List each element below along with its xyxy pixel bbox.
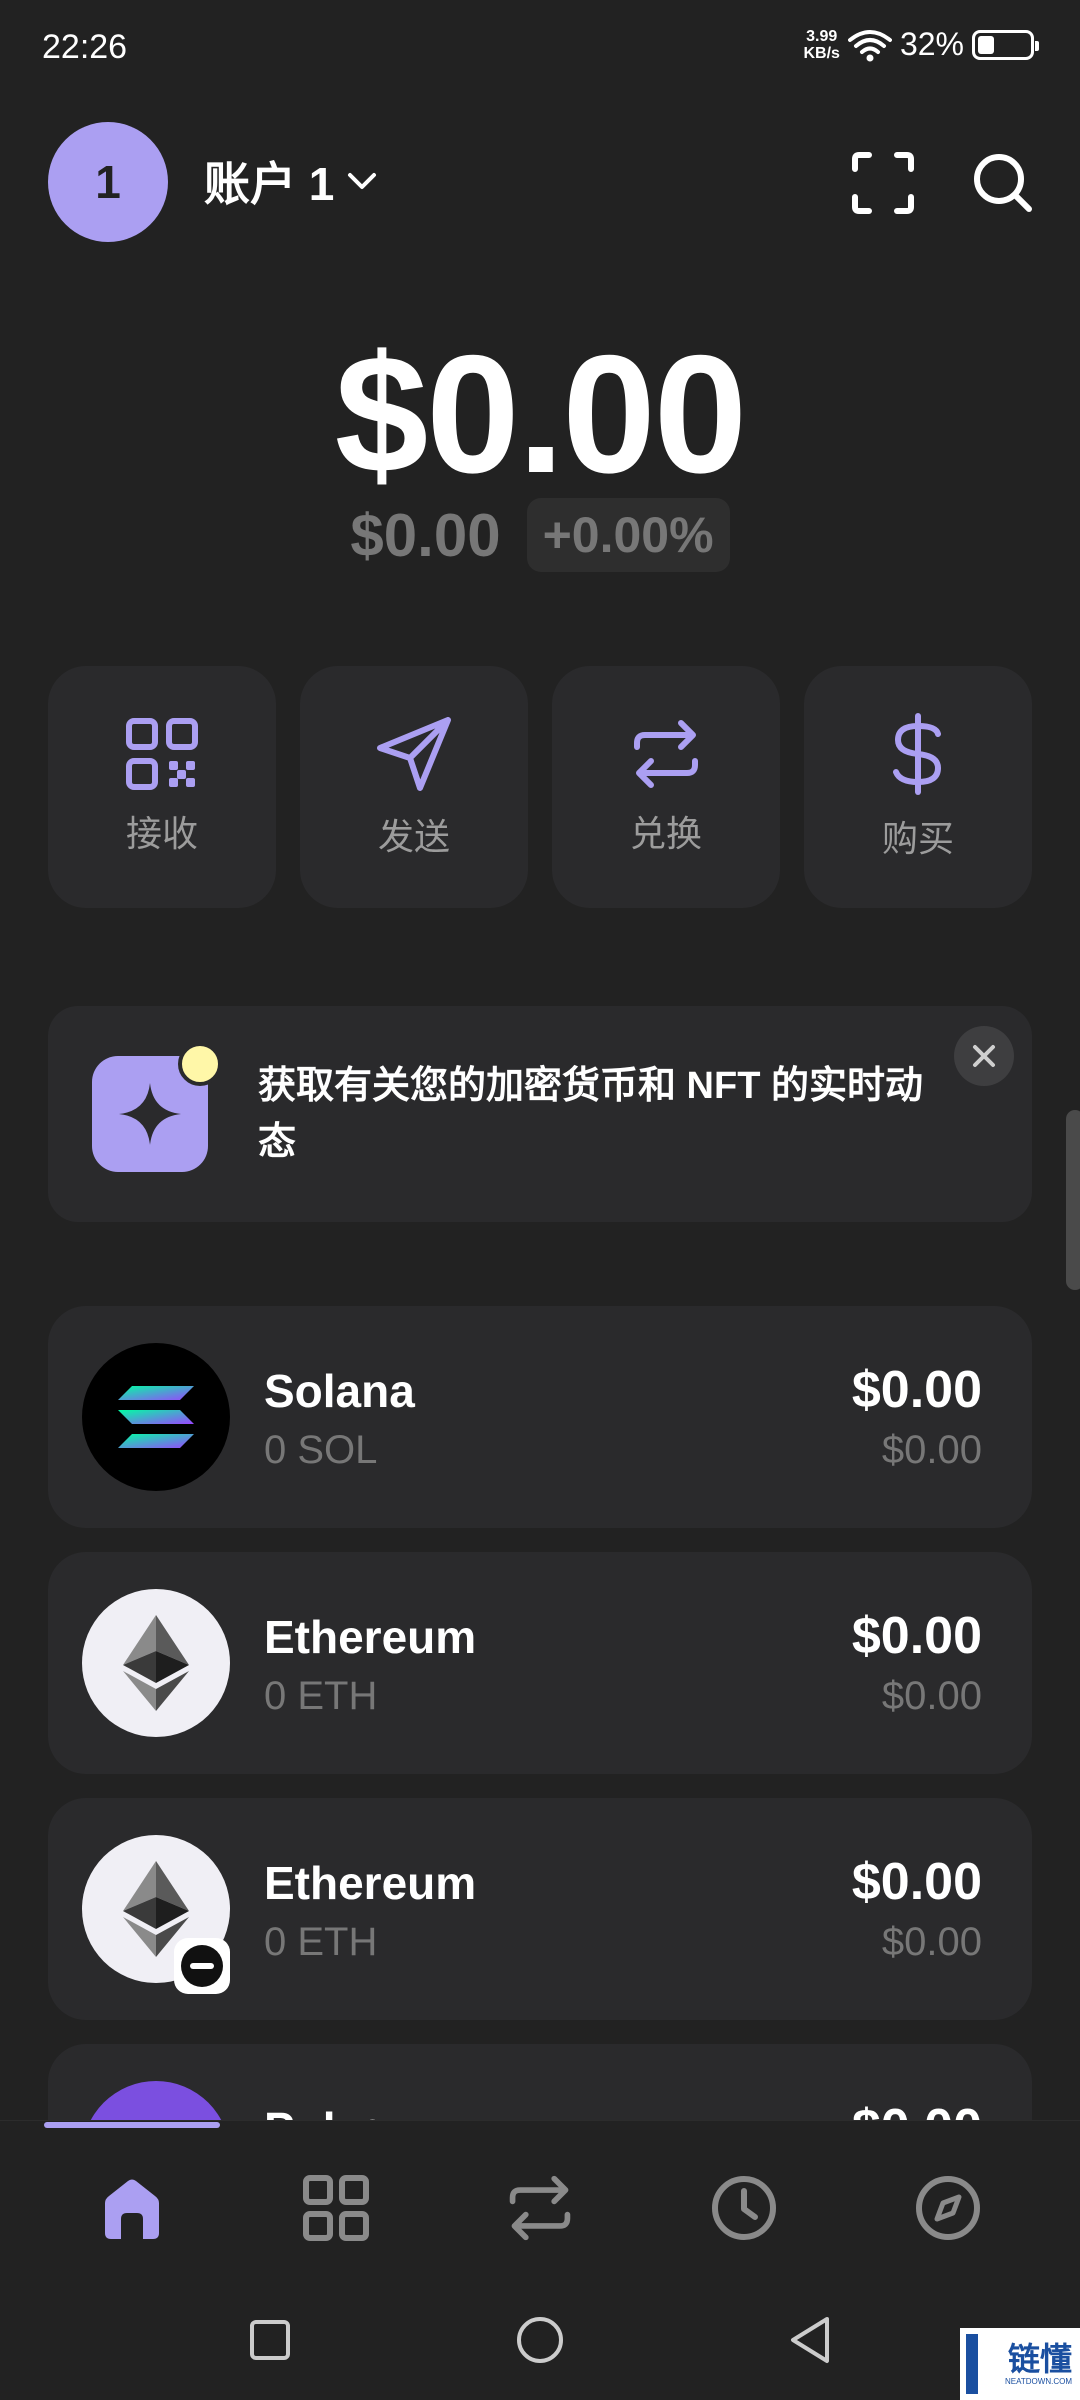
scrollbar[interactable] — [1066, 1110, 1080, 1290]
search-button[interactable] — [968, 148, 1038, 218]
search-icon — [974, 154, 1032, 212]
solana-icon — [82, 1343, 230, 1491]
battery-icon — [972, 29, 1039, 60]
grid-icon — [303, 2175, 369, 2241]
notification-dot — [178, 1042, 222, 1086]
token-row-ethereum-2[interactable]: Ethereum 0 ETH $0.00 $0.00 — [48, 1798, 1032, 2020]
token-row-ethereum[interactable]: Ethereum 0 ETH $0.00 $0.00 — [48, 1552, 1032, 1774]
token-value: $0.00 — [851, 1607, 982, 1665]
back-button[interactable] — [780, 2300, 840, 2380]
token-value-change: $0.00 — [881, 1674, 982, 1718]
token-name: Ethereum — [264, 1611, 477, 1663]
history-icon — [712, 2176, 776, 2240]
watermark-logo: 链懂 NEATDOWN.COM — [960, 2328, 1080, 2400]
token-name: Solana — [264, 1365, 415, 1417]
send-icon — [377, 717, 451, 791]
token-value: $0.00 — [851, 1361, 982, 1419]
token-value-change: $0.00 — [881, 1920, 982, 1964]
token-value: $0.00 — [852, 2098, 982, 2120]
chevron-down-icon — [348, 173, 377, 189]
account-name: 账户 1 — [204, 158, 335, 210]
send-button[interactable]: 发送 — [300, 666, 528, 908]
dollar-icon — [893, 713, 942, 795]
account-switcher[interactable]: 账户 1 — [204, 148, 380, 214]
square-icon — [250, 2320, 290, 2360]
balance-change-amount: $0.00 — [350, 501, 501, 569]
token-value-change: $0.00 — [881, 1428, 982, 1472]
battery-fill — [978, 35, 994, 54]
token-row-polygon[interactable]: Polygon $0.00 — [48, 2044, 1032, 2120]
scan-icon — [852, 152, 914, 214]
polygon-icon — [82, 2081, 230, 2120]
promo-banner[interactable]: 获取有关您的加密货币和 NFT 的实时动态 — [48, 1006, 1032, 1222]
token-name: Ethereum — [264, 1857, 477, 1909]
nav-collectibles[interactable] — [296, 2168, 376, 2248]
swap-icon — [634, 720, 698, 788]
token-value: $0.00 — [851, 1853, 982, 1911]
buy-button[interactable]: 购买 — [804, 666, 1032, 908]
token-amount: 0 ETH — [264, 1920, 378, 1964]
recent-apps-button[interactable] — [240, 2300, 300, 2380]
status-time: 22:26 — [42, 28, 128, 66]
token-row-solana[interactable]: Solana 0 SOL $0.00 $0.00 — [48, 1306, 1032, 1528]
token-amount: 0 SOL — [264, 1428, 378, 1472]
close-icon — [973, 1045, 995, 1067]
swap-icon — [509, 2175, 571, 2241]
buy-label: 购买 — [881, 818, 954, 859]
chain-badge-icon — [174, 1938, 230, 1994]
home-system-button[interactable] — [510, 2300, 570, 2380]
token-amount: 0 ETH — [264, 1674, 378, 1718]
nav-explore[interactable] — [908, 2168, 988, 2248]
total-balance: $0.00 — [334, 320, 747, 508]
nav-swap[interactable] — [500, 2168, 580, 2248]
token-list-overflow: Polygon $0.00 — [0, 2040, 1080, 2120]
account-avatar[interactable]: 1 — [48, 122, 168, 242]
battery-percent: 32% — [899, 26, 964, 62]
scan-button[interactable] — [848, 148, 918, 218]
watermark-mark — [966, 2334, 978, 2394]
send-label: 发送 — [377, 816, 450, 857]
back-triangle-icon — [791, 2317, 829, 2363]
swap-label: 兑换 — [629, 813, 702, 854]
status-indicators: 3.99 KB/s 32% — [803, 26, 1039, 63]
compass-icon — [916, 2176, 980, 2240]
nav-active-indicator — [44, 2122, 220, 2128]
home-icon — [105, 2179, 159, 2239]
network-speed: 3.99 KB/s — [803, 27, 840, 62]
nav-home[interactable] — [92, 2168, 172, 2248]
ethereum-icon — [82, 1589, 230, 1737]
wifi-icon — [847, 29, 892, 61]
promo-close-button[interactable] — [954, 1026, 1014, 1086]
receive-label: 接收 — [125, 813, 198, 854]
swap-button[interactable]: 兑换 — [552, 666, 780, 908]
balance-change-percent: +0.00% — [526, 498, 730, 572]
balance-change-row: $0.00 +0.00% — [0, 498, 1080, 572]
circle-icon — [517, 2317, 563, 2363]
token-name: Polygon — [264, 2102, 445, 2120]
watermark-subtext: NEATDOWN.COM — [1005, 2377, 1072, 2386]
promo-text: 获取有关您的加密货币和 NFT 的实时动态 — [258, 1065, 923, 1163]
receive-button[interactable]: 接收 — [48, 666, 276, 908]
qr-code-icon — [126, 718, 198, 790]
nav-activity[interactable] — [704, 2168, 784, 2248]
watermark-text: 链懂 — [1007, 2341, 1072, 2377]
